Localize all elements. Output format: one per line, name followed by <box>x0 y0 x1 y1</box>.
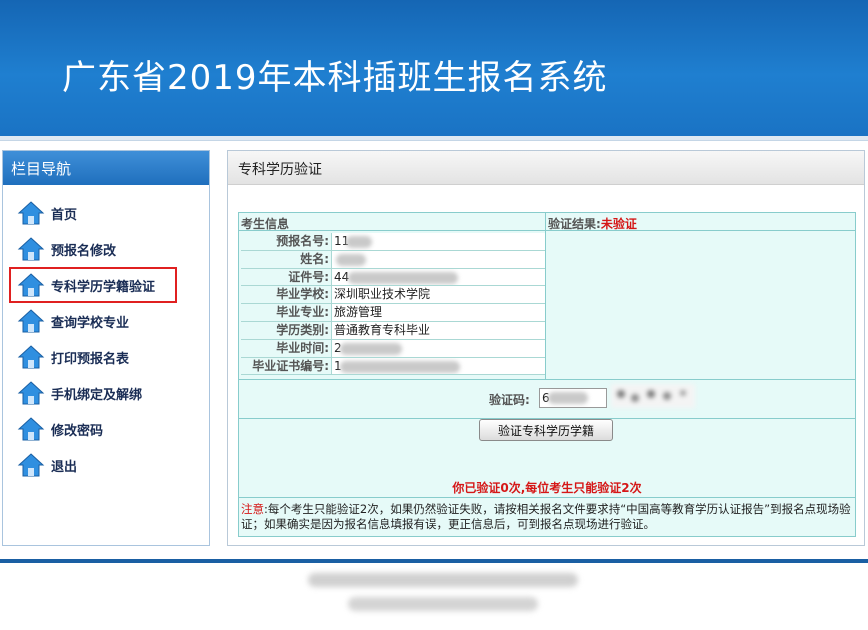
notice-tag: 注意 <box>241 502 264 516</box>
field-label: 姓名: <box>300 251 329 266</box>
sidebar-item-label: 专科学历学籍验证 <box>51 279 156 295</box>
field-row: 学历类别: 普通教育专科毕业 <box>241 321 545 340</box>
info-header-row: 考生信息 验证结果:未验证 <box>239 213 855 231</box>
captcha-image[interactable] <box>611 384 695 408</box>
sidebar-item-label: 手机绑定及解绑 <box>51 387 143 403</box>
sidebar-item-label: 修改密码 <box>51 423 104 439</box>
header-banner: 广东省2019年本科插班生报名系统 <box>0 0 868 136</box>
notice-body: :每个考生只能验证2次，如果仍然验证失败，请按相关报名文件要求持“中国高等教育学… <box>241 502 851 531</box>
field-label: 毕业专业: <box>276 305 329 320</box>
footer-divider <box>0 559 868 563</box>
verify-education-button[interactable]: 验证专科学历学籍 <box>479 419 613 441</box>
field-value: 1 <box>331 357 545 375</box>
notice-text: 注意:每个考生只能验证2次，如果仍然验证失败，请按相关报名文件要求持“中国高等教… <box>239 497 855 537</box>
sidebar-item-label: 打印预报名表 <box>51 351 130 367</box>
home-icon <box>17 237 45 261</box>
sidebar-item-label: 查询学校专业 <box>51 315 130 331</box>
result-label: 验证结果: <box>548 217 601 231</box>
field-row: 毕业证书编号: 1 <box>241 357 545 376</box>
sidebar-item-pre-registration-edit[interactable]: 预报名修改 <box>3 231 209 267</box>
sidebar-item-logout[interactable]: 退出 <box>3 447 209 483</box>
field-value: 旅游管理 <box>331 304 545 321</box>
column-divider <box>545 213 546 379</box>
panel-title: 专科学历验证 <box>228 151 864 185</box>
field-row: 毕业学校: 深圳职业技术学院 <box>241 286 545 305</box>
field-row: 毕业时间: 2 <box>241 339 545 358</box>
field-label: 证件号: <box>288 269 329 284</box>
field-row: 证件号: 44 <box>241 268 545 287</box>
field-value <box>331 250 545 268</box>
result-value: 未验证 <box>600 217 637 231</box>
verification-result: 验证结果:未验证 <box>548 215 637 232</box>
footer-redacted-line <box>348 597 538 611</box>
home-icon <box>17 201 45 225</box>
home-icon <box>17 417 45 441</box>
redacted-blur <box>346 236 372 248</box>
section-label: 考生信息 <box>241 217 290 231</box>
field-row: 姓名: <box>241 250 545 269</box>
candidate-fields: 预报名号: 11 姓名: 证件号: 44 毕业学校: 深圳职业技术学院 毕业专业… <box>241 233 545 376</box>
captcha-label: 验证码: <box>489 393 530 407</box>
sidebar-title: 栏目导航 <box>3 151 209 185</box>
redacted-blur <box>340 360 460 373</box>
candidate-info-table: 考生信息 验证结果:未验证 预报名号: 11 姓名: 证件号: 44 毕业学校:… <box>238 212 856 537</box>
home-icon <box>17 381 45 405</box>
sidebar-item-home[interactable]: 首页 <box>3 195 209 231</box>
verify-count-message: 你已验证0次,每位考生只能验证2次 <box>452 481 642 495</box>
redacted-blur <box>348 271 458 284</box>
sidebar-item-label: 退出 <box>51 459 78 475</box>
field-label: 毕业学校: <box>276 287 329 302</box>
redacted-blur <box>340 342 402 355</box>
home-icon <box>17 345 45 369</box>
sidebar-item-print-form[interactable]: 打印预报名表 <box>3 339 209 375</box>
sidebar-item-education-verification[interactable]: 专科学历学籍验证 <box>9 267 177 303</box>
sidebar-item-phone-binding[interactable]: 手机绑定及解绑 <box>3 375 209 411</box>
field-label: 学历类别: <box>276 322 329 337</box>
sidebar-item-change-password[interactable]: 修改密码 <box>3 411 209 447</box>
sidebar-item-school-major-query[interactable]: 查询学校专业 <box>3 303 209 339</box>
captcha-row: 验证码: 6 <box>239 379 855 419</box>
captcha-input[interactable]: 6 <box>539 388 607 408</box>
nav-list: 首页 预报名修改 专科学历学籍验证 查询学校专业 打印预报名表 手机绑定及解绑 … <box>3 185 209 483</box>
home-icon <box>17 309 45 333</box>
header-divider <box>0 136 868 141</box>
field-label: 毕业证书编号: <box>252 358 329 373</box>
field-value: 44 <box>331 268 545 286</box>
field-label: 毕业时间: <box>276 340 329 355</box>
field-value: 普通教育专科毕业 <box>331 321 545 339</box>
sidebar-item-label: 预报名修改 <box>51 243 117 259</box>
field-row: 毕业专业: 旅游管理 <box>241 304 545 322</box>
sidebar-item-label: 首页 <box>51 207 78 223</box>
redacted-blur <box>336 253 366 266</box>
field-value: 11 <box>331 233 545 250</box>
field-label: 预报名号: <box>276 234 329 248</box>
field-value: 深圳职业技术学院 <box>331 286 545 304</box>
field-row: 预报名号: 11 <box>241 233 545 251</box>
home-icon <box>17 453 45 477</box>
main-panel: 专科学历验证 考生信息 验证结果:未验证 预报名号: 11 姓名: 证件号: 4… <box>227 150 865 546</box>
sidebar: 栏目导航 首页 预报名修改 专科学历学籍验证 查询学校专业 打印预报名表 手机绑… <box>2 150 210 546</box>
home-icon <box>17 273 45 297</box>
system-title: 广东省2019年本科插班生报名系统 <box>62 58 608 98</box>
redacted-blur <box>548 392 588 404</box>
footer-redacted-line <box>308 573 578 587</box>
field-value: 2 <box>331 339 545 357</box>
